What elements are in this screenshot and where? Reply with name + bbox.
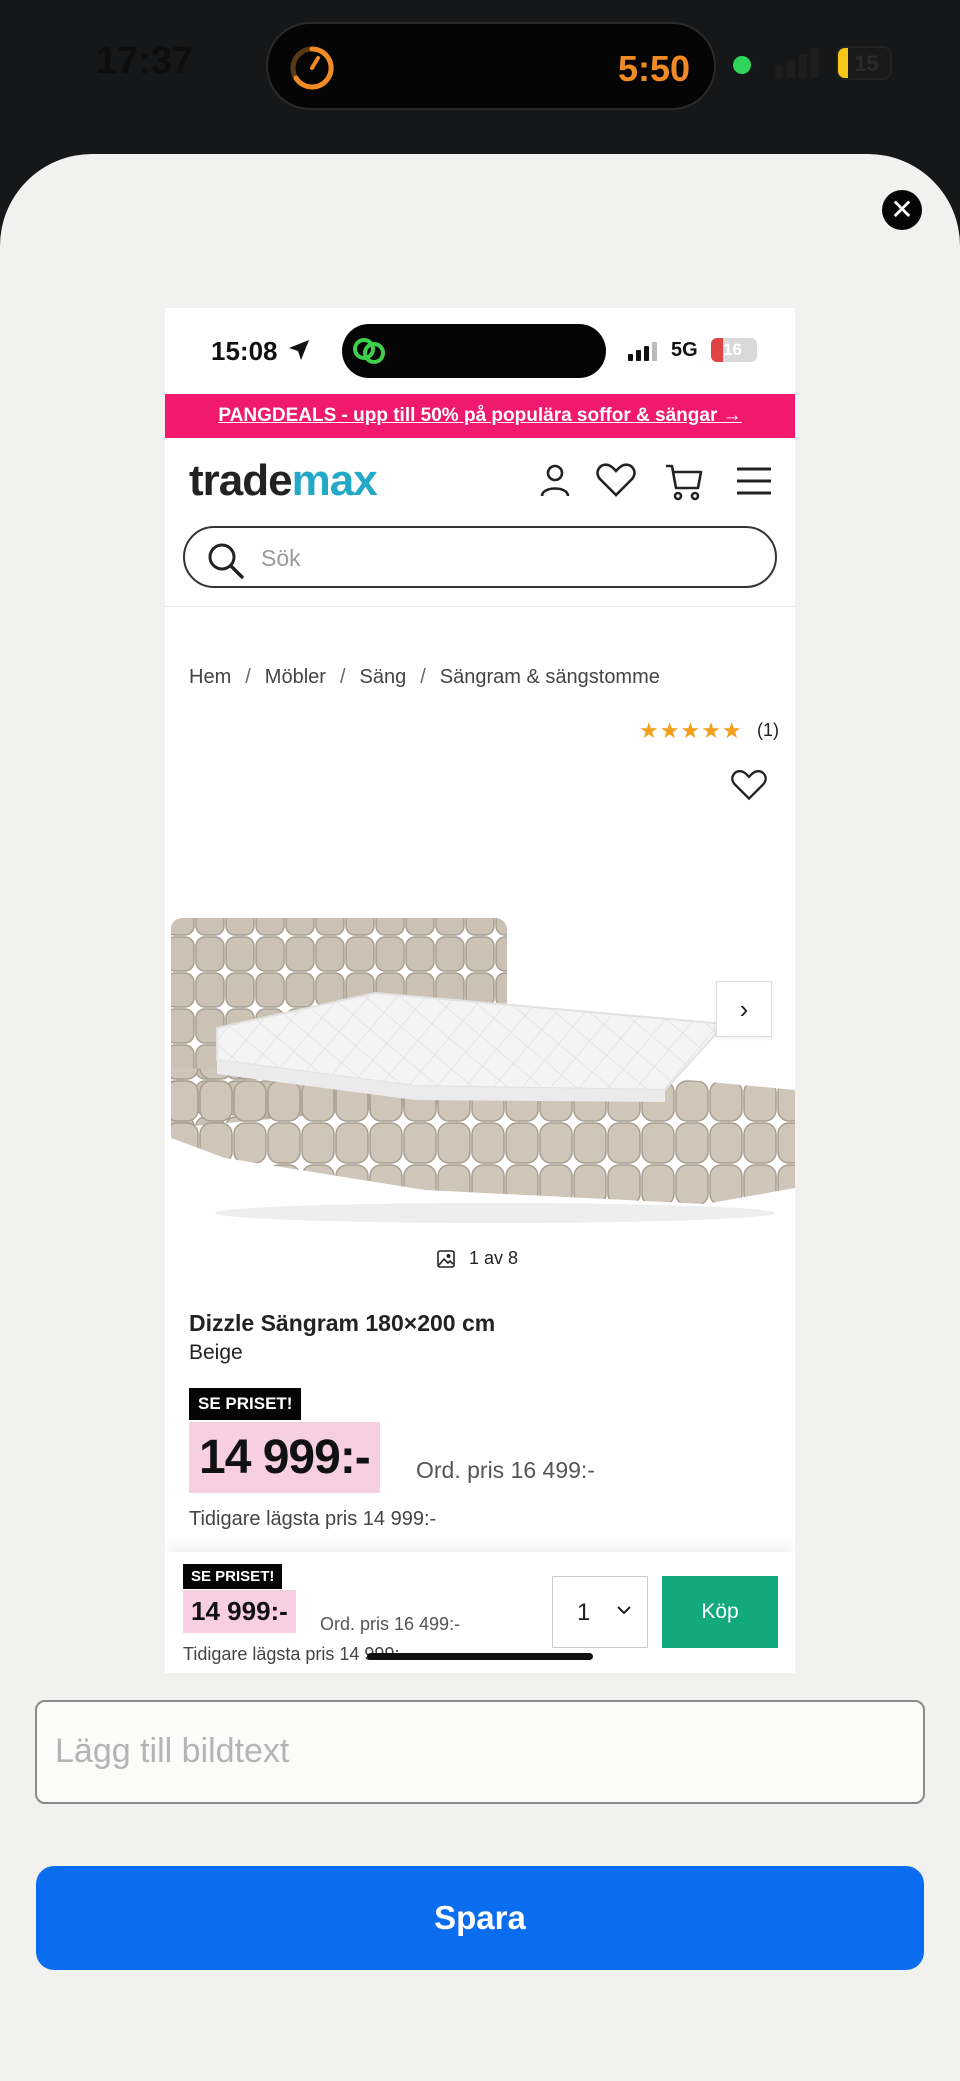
header-divider (165, 606, 795, 607)
inner-dynamic-island (342, 324, 606, 378)
ordinary-price: Ord. pris 16 499:- (416, 1457, 595, 1483)
cart-icon[interactable] (664, 462, 704, 502)
product-price: 14 999:- (189, 1422, 380, 1493)
buy-button[interactable]: Köp (662, 1576, 778, 1648)
inner-status-bar: 15:08 5G 16 (165, 308, 795, 394)
camera-indicator-dot (733, 56, 751, 74)
gallery-icon (437, 1250, 455, 1269)
location-arrow-icon (289, 340, 309, 360)
breadcrumb-sang[interactable]: Säng (360, 666, 407, 688)
price-badge: SE PRISET! (189, 1388, 302, 1420)
trademax-logo[interactable]: trademax (189, 456, 378, 506)
promo-banner[interactable]: PANGDEALS - upp till 50% på populära sof… (165, 394, 795, 438)
rating-stars[interactable]: ★★★★★ (639, 718, 743, 744)
dynamic-island[interactable]: 5:50 (266, 22, 716, 110)
battery-icon: 15 (836, 46, 892, 80)
breadcrumb-home[interactable]: Hem (189, 666, 231, 688)
product-title: Dizzle Sängram 180×200 cm (189, 1310, 496, 1336)
save-button[interactable]: Spara (36, 1866, 924, 1970)
close-button[interactable]: ✕ (882, 190, 922, 230)
breadcrumb: Hem / Möbler / Säng / Sängram & sängstomme (189, 666, 660, 688)
chevron-right-icon: › (739, 994, 749, 1024)
quantity-select[interactable]: 1 (552, 1576, 648, 1648)
menu-icon[interactable] (735, 466, 773, 496)
sticky-ordinary-price: Ord. pris 16 499:- (320, 1614, 461, 1634)
search-placeholder: Sök (261, 545, 301, 571)
battery-level: 15 (854, 51, 879, 76)
search-icon (208, 543, 244, 579)
image-counter-text: 1 av 8 (469, 1248, 519, 1268)
sticky-price-badge: SE PRISET! (183, 1564, 283, 1589)
chevron-down-icon (617, 1606, 631, 1615)
image-counter: 1 av 8 (437, 1248, 518, 1269)
signal-icon (775, 48, 823, 78)
product-color: Beige (189, 1341, 243, 1364)
inner-battery-level: 16 (723, 340, 742, 359)
network-type: 5G (671, 339, 698, 361)
sticky-price: 14 999:- (183, 1590, 296, 1633)
account-icon[interactable] (538, 462, 572, 498)
wishlist-icon[interactable] (595, 462, 637, 498)
logo-part-trade: trade (189, 456, 293, 505)
search-input[interactable]: Sök (183, 526, 777, 588)
link-app-icon (353, 338, 385, 364)
lowest-price-note: Tidigare lägsta pris 14 999:- (189, 1508, 437, 1530)
review-count[interactable]: (1) (757, 720, 779, 741)
favorite-heart-icon[interactable] (730, 768, 768, 802)
breadcrumb-sangram[interactable]: Sängram & sängstomme (440, 666, 660, 688)
quantity-value: 1 (577, 1599, 591, 1626)
home-indicator (367, 1653, 593, 1660)
timer-icon (290, 46, 334, 90)
inner-status-time: 15:08 (211, 336, 278, 366)
outer-status-time: 17:37 (96, 40, 194, 82)
caption-placeholder: Lägg till bildtext (55, 1732, 290, 1770)
inner-signal-icon (628, 342, 660, 361)
product-image-bed[interactable] (165, 828, 795, 1248)
next-image-button[interactable]: › (716, 981, 772, 1037)
logo-part-max: max (291, 456, 378, 505)
breadcrumb-mobler[interactable]: Möbler (265, 666, 326, 688)
inner-battery-icon: 16 (711, 338, 757, 362)
caption-input[interactable]: Lägg till bildtext (35, 1700, 925, 1804)
screenshot-preview: 15:08 5G 16 PANGDEALS - upp till 50% på … (165, 308, 795, 1673)
timer-text: 5:50 (617, 48, 690, 89)
